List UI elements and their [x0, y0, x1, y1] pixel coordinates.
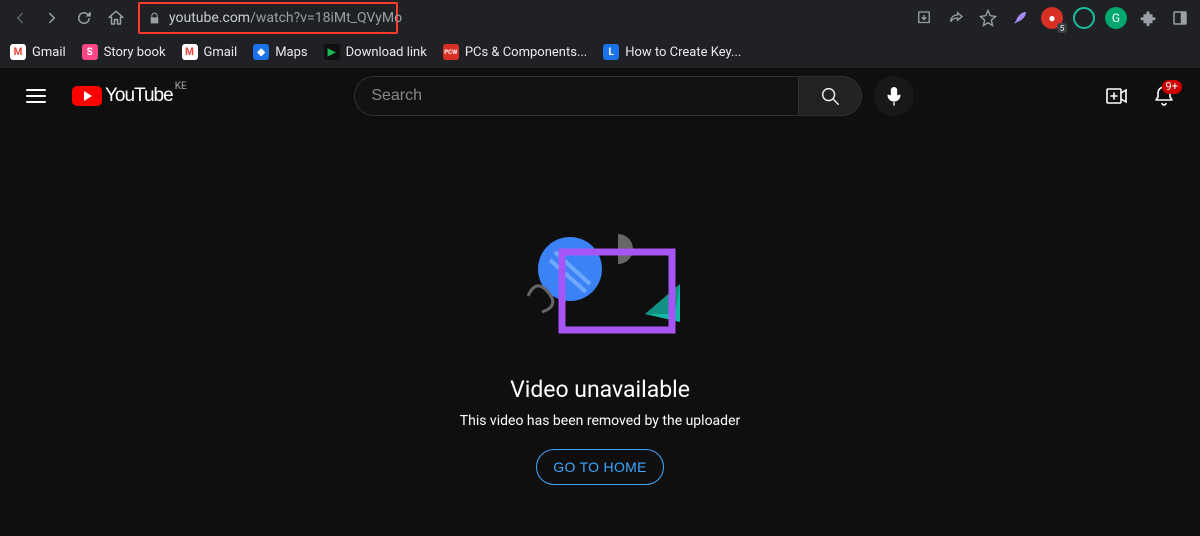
bookmark-item[interactable]: S Story book — [82, 44, 166, 60]
bookmark-favicon: L — [603, 44, 619, 60]
go-home-button[interactable]: GO TO HOME — [536, 449, 664, 485]
bookmark-item[interactable]: ◆ Maps — [253, 44, 307, 60]
bookmark-item[interactable]: ▶ Download link — [324, 44, 427, 60]
reload-button[interactable] — [70, 4, 98, 32]
address-bar[interactable]: youtube.com/watch?v=18iMt_QVyMo — [138, 4, 902, 32]
sidepanel-icon[interactable] — [1166, 4, 1194, 32]
bookmark-favicon: ◆ — [253, 44, 269, 60]
bookmark-favicon: ▶ — [324, 44, 340, 60]
error-title: Video unavailable — [510, 376, 690, 403]
share-icon[interactable] — [942, 4, 970, 32]
bookmark-item[interactable]: M Gmail — [10, 44, 66, 60]
bookmark-favicon: M — [182, 44, 198, 60]
extension-feather-icon[interactable] — [1006, 4, 1034, 32]
bookmark-item[interactable]: PCW PCs & Components... — [443, 44, 587, 60]
extension-red-icon[interactable]: ●5 — [1038, 4, 1066, 32]
back-button[interactable] — [6, 4, 34, 32]
error-content: Video unavailable This video has been re… — [0, 124, 1200, 536]
bookmark-label: PCs & Components... — [465, 45, 587, 60]
bookmarks-bar: M Gmail S Story book M Gmail ◆ Maps ▶ Download li… — [0, 36, 1200, 68]
search-button[interactable] — [798, 76, 862, 116]
home-button[interactable] — [102, 4, 130, 32]
bookmark-label: Story book — [104, 45, 166, 60]
extension-green-icon[interactable]: G — [1102, 4, 1130, 32]
notifications-badge: 9+ — [1162, 80, 1182, 94]
youtube-logo[interactable]: YouTube KE — [72, 85, 173, 107]
unavailable-illustration — [500, 214, 700, 354]
bookmark-label: Download link — [346, 45, 427, 60]
url-text: youtube.com/watch?v=18iMt_QVyMo — [169, 10, 402, 26]
extension-teal-icon[interactable] — [1070, 4, 1098, 32]
lock-icon — [148, 12, 161, 25]
bookmark-favicon: M — [10, 44, 26, 60]
browser-chrome: youtube.com/watch?v=18iMt_QVyMo ●5 G M Gm… — [0, 0, 1200, 68]
bookmark-label: Gmail — [204, 45, 238, 60]
browser-toolbar: youtube.com/watch?v=18iMt_QVyMo ●5 G — [0, 0, 1200, 36]
create-icon — [1104, 84, 1128, 108]
error-subtitle: This video has been removed by the uploa… — [460, 413, 740, 429]
bookmark-item[interactable]: M Gmail — [182, 44, 238, 60]
menu-button[interactable] — [16, 76, 56, 116]
bookmark-star-icon[interactable] — [974, 4, 1002, 32]
browser-actions-right: ●5 G — [910, 4, 1194, 32]
bookmark-label: Maps — [275, 45, 307, 60]
search-icon — [819, 85, 841, 107]
hamburger-icon — [24, 84, 48, 108]
notifications-button[interactable]: 9+ — [1144, 76, 1184, 116]
search-input[interactable] — [354, 76, 798, 116]
youtube-logo-text: YouTube — [105, 85, 173, 107]
bookmark-item[interactable]: L How to Create Key... — [603, 44, 741, 60]
install-app-icon[interactable] — [910, 4, 938, 32]
bookmark-label: How to Create Key... — [625, 45, 741, 60]
bookmark-favicon: S — [82, 44, 98, 60]
youtube-country-code: KE — [175, 81, 187, 92]
bookmark-label: Gmail — [32, 45, 66, 60]
forward-button[interactable] — [38, 4, 66, 32]
extension-badge: 5 — [1057, 23, 1067, 33]
microphone-icon — [884, 86, 904, 106]
voice-search-button[interactable] — [874, 76, 914, 116]
youtube-play-icon — [72, 86, 102, 106]
bookmark-favicon: PCW — [443, 44, 459, 60]
search-form — [354, 76, 862, 116]
create-button[interactable] — [1096, 76, 1136, 116]
youtube-header: YouTube KE 9+ — [0, 68, 1200, 124]
extensions-puzzle-icon[interactable] — [1134, 4, 1162, 32]
